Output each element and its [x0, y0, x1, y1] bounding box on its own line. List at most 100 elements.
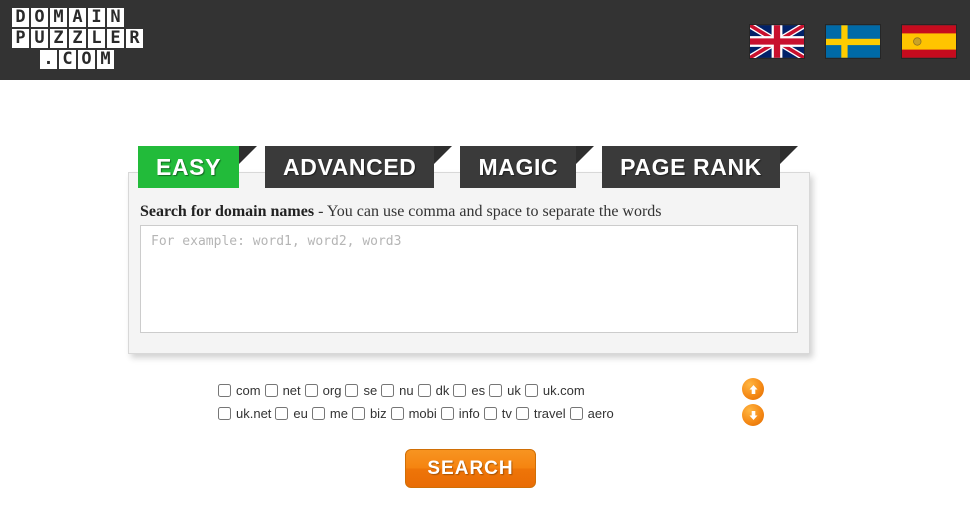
tld-label-me: me — [329, 406, 348, 421]
tld-checkbox-dk[interactable] — [417, 384, 431, 397]
uk-flag-icon — [750, 25, 804, 58]
tld-label-net: net — [282, 383, 301, 398]
tld-option-me[interactable]: me — [311, 406, 348, 421]
tld-checkbox-uk-net[interactable] — [218, 407, 231, 420]
tld-label-aero: aero — [587, 406, 614, 421]
tld-option-org[interactable]: org — [304, 383, 342, 398]
tld-row-primary: com net org se nu dk es uk uk.com — [218, 380, 718, 401]
logo-letter: D — [12, 8, 29, 27]
tld-option-eu[interactable]: eu — [275, 406, 308, 421]
tld-label-info: info — [458, 406, 480, 421]
tld-label-nu: nu — [399, 383, 414, 398]
tab-fold-icon — [779, 146, 798, 164]
tld-label-dk: dk — [435, 383, 450, 398]
tld-option-info[interactable]: info — [440, 406, 480, 421]
language-flag-english[interactable] — [750, 25, 804, 58]
search-button[interactable]: SEARCH — [405, 449, 536, 488]
tld-checkbox-info[interactable] — [440, 407, 454, 420]
logo-letter: I — [88, 8, 105, 27]
tld-option-uk[interactable]: uk — [489, 383, 521, 398]
search-instructions-hint: - You can use comma and space to separat… — [314, 203, 662, 220]
tld-option-nu[interactable]: nu — [381, 383, 414, 398]
tld-scroll-down-button[interactable] — [742, 404, 764, 426]
tab-easy-label: EASY — [156, 154, 222, 180]
tld-label-org: org — [322, 383, 342, 398]
language-flag-swedish[interactable] — [826, 25, 880, 58]
logo-letter: O — [78, 50, 95, 69]
tld-option-uk-com[interactable]: uk.com — [524, 383, 585, 398]
tld-checkbox-me[interactable] — [311, 407, 325, 420]
arrow-down-icon — [749, 410, 757, 420]
tab-advanced[interactable]: ADVANCED — [265, 146, 453, 188]
tld-label-uk: uk — [507, 383, 521, 398]
tab-magic[interactable]: MAGIC — [460, 146, 595, 188]
tld-options: com net org se nu dk es uk uk.com uk.net eu me biz m… — [218, 380, 718, 426]
arrow-up-icon — [749, 384, 757, 394]
tld-option-es[interactable]: es — [453, 383, 485, 398]
tld-label-se: se — [363, 383, 378, 398]
tab-fold-icon — [434, 146, 453, 164]
tld-checkbox-uk[interactable] — [489, 384, 503, 397]
tld-checkbox-net[interactable] — [264, 384, 278, 397]
logo-letter: L — [88, 29, 105, 48]
language-flags — [750, 25, 956, 58]
logo-letter: R — [126, 29, 143, 48]
tab-magic-label: MAGIC — [478, 154, 559, 180]
domain-search-input[interactable] — [140, 225, 798, 333]
spain-flag-icon — [902, 25, 956, 58]
tld-option-net[interactable]: net — [264, 383, 301, 398]
tld-checkbox-eu[interactable] — [275, 407, 289, 420]
search-panel: Search for domain names - You can use co… — [128, 172, 810, 354]
tld-option-uk-net[interactable]: uk.net — [218, 406, 271, 421]
tld-checkbox-mobi[interactable] — [390, 407, 404, 420]
tld-option-mobi[interactable]: mobi — [390, 406, 437, 421]
tld-label-es: es — [471, 383, 486, 398]
logo-letter: C — [59, 50, 76, 69]
tld-scroll-controls — [742, 378, 764, 426]
tld-checkbox-travel[interactable] — [515, 407, 529, 420]
logo-letter: A — [69, 8, 86, 27]
tld-checkbox-org[interactable] — [304, 384, 318, 397]
tld-option-travel[interactable]: travel — [515, 406, 566, 421]
tld-option-aero[interactable]: aero — [569, 406, 614, 421]
tld-label-com: com — [236, 383, 261, 398]
tab-easy[interactable]: EASY — [138, 146, 258, 188]
tld-label-tv: tv — [501, 406, 512, 421]
logo-letter: . — [40, 50, 57, 69]
tld-checkbox-aero[interactable] — [569, 407, 583, 420]
tld-option-dk[interactable]: dk — [417, 383, 450, 398]
tld-checkbox-tv[interactable] — [483, 407, 497, 420]
logo-letter: Z — [69, 29, 86, 48]
logo-letter: U — [31, 29, 48, 48]
logo-line-2: PUZZLER — [12, 29, 210, 48]
logo-letter: Z — [50, 29, 67, 48]
tld-checkbox-se[interactable] — [345, 384, 359, 397]
tld-row-secondary: uk.net eu me biz mobi info tv travel aero — [218, 403, 718, 424]
tld-checkbox-es[interactable] — [453, 384, 467, 397]
logo-line-1: DOMAIN — [12, 8, 210, 27]
site-logo[interactable]: DOMAIN PUZZLER .COM — [10, 8, 210, 74]
tld-label-uk-com: uk.com — [542, 383, 585, 398]
tld-label-mobi: mobi — [408, 406, 437, 421]
tab-fold-icon — [576, 146, 595, 164]
tld-option-com[interactable]: com — [218, 383, 261, 398]
tld-checkbox-com[interactable] — [218, 384, 231, 397]
tab-advanced-label: ADVANCED — [283, 154, 417, 180]
tld-checkbox-biz[interactable] — [351, 407, 365, 420]
logo-line-3: .COM — [40, 50, 210, 69]
logo-letter: O — [31, 8, 48, 27]
tab-page-rank[interactable]: PAGE RANK — [602, 146, 798, 188]
tab-fold-icon — [239, 146, 258, 164]
logo-letter: E — [107, 29, 124, 48]
tld-option-tv[interactable]: tv — [483, 406, 512, 421]
search-instructions-title: Search for domain names — [140, 203, 315, 220]
tld-option-se[interactable]: se — [345, 383, 377, 398]
tld-scroll-up-button[interactable] — [742, 378, 764, 400]
tld-option-biz[interactable]: biz — [351, 406, 387, 421]
tld-checkbox-nu[interactable] — [381, 384, 395, 397]
logo-letter: M — [97, 50, 114, 69]
tld-checkbox-uk-com[interactable] — [524, 384, 538, 397]
tld-label-biz: biz — [369, 406, 387, 421]
logo-letter: P — [12, 29, 29, 48]
language-flag-spanish[interactable] — [902, 25, 956, 58]
